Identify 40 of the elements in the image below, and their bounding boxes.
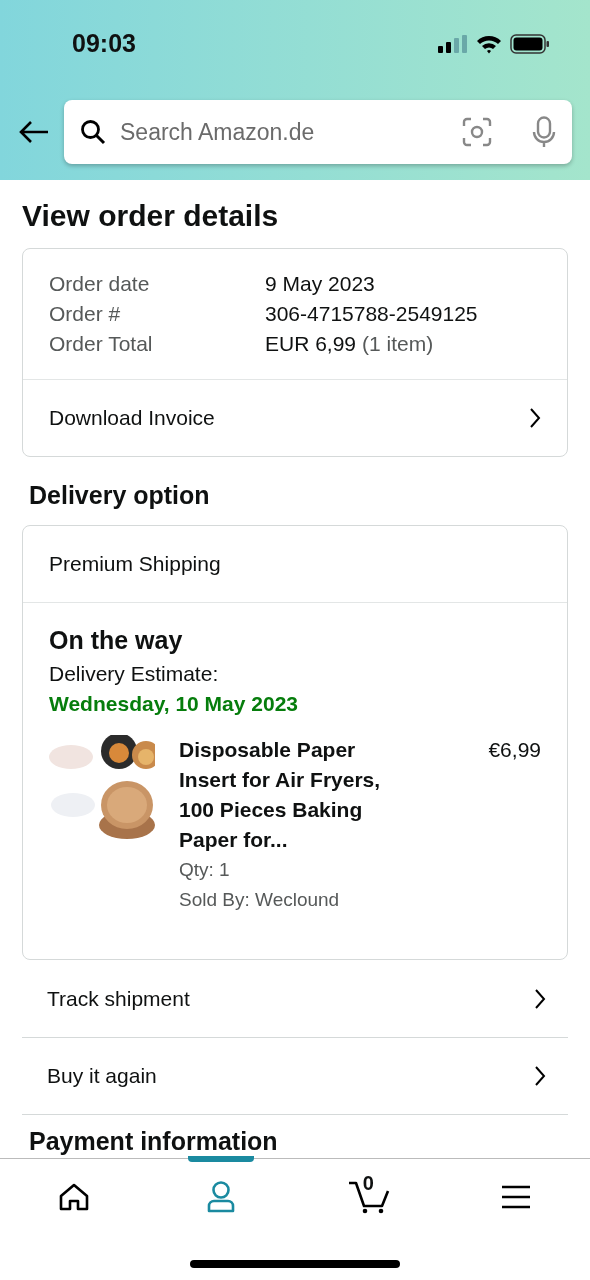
action-row[interactable]: Track shipment — [22, 961, 568, 1038]
field-value: EUR 6,99 — [265, 331, 357, 357]
estimate-label: Delivery Estimate: — [49, 661, 220, 687]
section-heading: Payment information — [28, 1126, 279, 1157]
menu-icon — [501, 1185, 532, 1209]
wifi-icon — [476, 34, 502, 54]
status-time: 09:03 — [72, 28, 136, 60]
person-icon — [207, 1181, 236, 1213]
chevron-right-icon — [534, 988, 546, 1010]
field-value: 9 May 2023 — [265, 271, 375, 297]
field-label: Order date — [49, 271, 151, 297]
selected-indicator — [188, 1156, 255, 1162]
field-label: Order Total — [49, 331, 154, 357]
section-heading: Delivery option — [28, 480, 211, 511]
seller-text: Sold By: Weclound — [179, 888, 341, 912]
battery-icon — [510, 34, 550, 54]
page-title: View order details — [22, 198, 280, 234]
chevron-right-icon — [534, 1065, 546, 1087]
item-count: (1 item) — [362, 331, 434, 357]
quantity-text: Qty: 1 — [179, 858, 231, 882]
signal-icon — [438, 35, 468, 53]
product-price: €6,99 — [488, 737, 541, 763]
action-row[interactable]: Buy it again — [22, 1038, 568, 1115]
microphone-icon[interactable] — [532, 116, 556, 148]
nav-tab[interactable]: 0 — [295, 1159, 443, 1229]
product-title[interactable]: Disposable Paper Insert for Air Fryers, 100 Pieces Baking Paper for... — [179, 735, 401, 855]
shipment-status: On the way — [49, 625, 184, 656]
field-value: 306-4715788-2549125 — [265, 301, 478, 327]
camera-scan-icon[interactable] — [462, 117, 492, 147]
chevron-right-icon — [529, 407, 541, 429]
search-icon — [80, 119, 106, 145]
download-invoice-link[interactable]: Download Invoice — [23, 379, 567, 456]
search-input[interactable]: Search Amazon.de — [120, 114, 448, 150]
shipping-method: Premium Shipping — [49, 551, 221, 578]
cart-count: 0 — [362, 1173, 374, 1193]
estimate-date: Wednesday, 10 May 2023 — [49, 691, 300, 717]
field-label: Order # — [49, 301, 122, 327]
search-bar[interactable]: Search Amazon.de — [64, 100, 572, 164]
home-icon — [58, 1183, 89, 1211]
back-arrow-icon[interactable] — [18, 120, 50, 144]
